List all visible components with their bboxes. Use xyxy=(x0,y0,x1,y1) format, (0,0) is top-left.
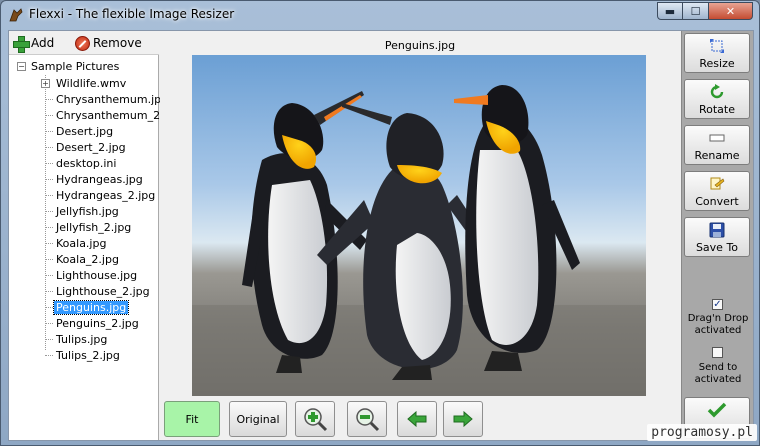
send-to-label-line1: Send to xyxy=(698,362,738,373)
remove-icon xyxy=(75,35,90,51)
tree-item[interactable]: Desert_2.jpg xyxy=(45,139,128,155)
close-icon: ✕ xyxy=(725,4,736,18)
tree-root-label: Sample Pictures xyxy=(31,59,120,73)
tree-item[interactable]: Tulips.jpg xyxy=(45,331,109,347)
fit-button[interactable]: Fit xyxy=(164,401,220,437)
rename-label: Rename xyxy=(694,149,740,162)
send-to-checkbox[interactable] xyxy=(712,347,723,358)
add-button[interactable]: Add xyxy=(13,34,55,53)
tree-item[interactable]: Lighthouse_2.jpg xyxy=(45,283,152,299)
tree-item[interactable]: desktop.ini xyxy=(45,155,118,171)
tree-item-label: Desert_2.jpg xyxy=(56,140,126,154)
rotate-icon xyxy=(710,84,724,99)
checkmark-icon xyxy=(707,402,727,418)
maximize-button[interactable]: ☐ xyxy=(683,2,709,20)
convert-icon xyxy=(710,177,725,190)
tree-item[interactable]: Penguins_2.jpg xyxy=(45,315,141,331)
tree-item-label: Wildlife.wmv xyxy=(56,76,127,90)
window-title: Flexxi - The flexible Image Resizer xyxy=(29,7,235,21)
tree-item[interactable]: Koala.jpg xyxy=(45,235,108,251)
window-controls: ▬ ☐ ✕ xyxy=(657,2,753,20)
tree-item[interactable]: Desert.jpg xyxy=(45,123,115,139)
tree-item-label: Jellyfish.jpg xyxy=(56,204,119,218)
tree-item-label: Chrysanthemum.jpg xyxy=(56,92,169,106)
tree-item-label: Hydrangeas_2.jpg xyxy=(56,188,156,202)
previous-image-button[interactable] xyxy=(397,401,437,437)
resize-icon xyxy=(710,39,724,53)
tree-item[interactable]: Hydrangeas.jpg xyxy=(45,171,145,187)
tree-item-label: Penguins.jpg xyxy=(52,299,130,315)
watermark: programosy.pl xyxy=(647,424,757,441)
remove-label: Remove xyxy=(93,36,142,50)
tree-item-label: Tulips_2.jpg xyxy=(56,348,120,362)
penguins-photo xyxy=(192,85,646,396)
file-panel: Add Remove − Sample Pictures + Wildlife.… xyxy=(9,31,181,440)
tree-item[interactable]: Jellyfish_2.jpg xyxy=(45,219,133,235)
zoom-out-button[interactable] xyxy=(347,401,387,437)
arrow-left-icon xyxy=(407,411,427,427)
tree-item-label: Jellyfish_2.jpg xyxy=(56,220,132,234)
next-image-button[interactable] xyxy=(443,401,483,437)
preview-panel: Penguins.jpg Fit Original xyxy=(160,31,680,440)
drag-drop-label: Drag'n Drop activated xyxy=(682,313,754,337)
tree-item-label: desktop.ini xyxy=(56,156,117,170)
tree-item[interactable]: Hydrangeas_2.jpg xyxy=(45,187,157,203)
tree-item-selected[interactable]: Penguins.jpg xyxy=(45,299,130,315)
resize-button[interactable]: Resize xyxy=(684,33,750,73)
send-to-label: Send to activated xyxy=(682,362,754,386)
tree-item-label: Tulips.jpg xyxy=(56,332,108,346)
tree-item[interactable]: Chrysanthemum.jpg xyxy=(45,91,170,107)
save-icon xyxy=(709,222,725,238)
add-label: Add xyxy=(31,36,55,50)
tree-item-label: Penguins_2.jpg xyxy=(56,316,139,330)
zoom-out-icon xyxy=(356,408,380,432)
tree-item-label: Hydrangeas.jpg xyxy=(56,172,143,186)
tree-item[interactable]: Lighthouse.jpg xyxy=(45,267,139,283)
add-icon xyxy=(13,35,30,53)
minimize-button[interactable]: ▬ xyxy=(657,2,683,20)
tree-item[interactable]: Tulips_2.jpg xyxy=(45,347,122,363)
resize-label: Resize xyxy=(699,57,735,70)
tree-item-label: Lighthouse_2.jpg xyxy=(56,284,150,298)
tree-item-label: Koala.jpg xyxy=(56,236,107,250)
drag-drop-checkbox[interactable]: ✓ xyxy=(712,299,723,310)
action-panel: Resize Rotate Rename Convert Save To ✓ D… xyxy=(681,31,753,440)
original-size-button[interactable]: Original xyxy=(229,401,287,437)
preview-image[interactable] xyxy=(192,55,646,396)
send-to-label-line2: activated xyxy=(694,374,742,385)
arrow-right-icon xyxy=(453,411,473,427)
close-button[interactable]: ✕ xyxy=(709,2,753,20)
drag-drop-label-line1: Drag'n Drop xyxy=(687,313,749,324)
collapse-icon[interactable]: − xyxy=(17,61,26,71)
client-area: Add Remove − Sample Pictures + Wildlife.… xyxy=(8,30,754,441)
drag-drop-label-line2: activated xyxy=(694,325,742,336)
convert-button[interactable]: Convert xyxy=(684,171,750,211)
tree-root[interactable]: − Sample Pictures xyxy=(17,59,119,73)
minimize-icon: ▬ xyxy=(664,4,676,18)
rotate-label: Rotate xyxy=(698,103,735,116)
app-icon xyxy=(9,8,23,22)
view-toolbar: Fit Original xyxy=(160,399,680,439)
tree-item[interactable]: Jellyfish.jpg xyxy=(45,203,121,219)
tree-item-label: Lighthouse.jpg xyxy=(56,268,138,282)
zoom-in-icon xyxy=(304,408,328,432)
convert-label: Convert xyxy=(695,195,739,208)
maximize-icon: ☐ xyxy=(690,4,701,18)
title-bar[interactable]: Flexxi - The flexible Image Resizer ▬ ☐ … xyxy=(1,1,759,29)
expand-icon[interactable]: + xyxy=(41,78,50,88)
save-to-label: Save To xyxy=(695,241,739,254)
zoom-in-button[interactable] xyxy=(295,401,335,437)
app-window: Flexxi - The flexible Image Resizer ▬ ☐ … xyxy=(0,0,760,446)
file-toolbar: Add Remove xyxy=(9,31,159,55)
rename-icon xyxy=(709,134,725,142)
remove-button[interactable]: Remove xyxy=(75,34,142,52)
tree-item-label: Desert.jpg xyxy=(56,124,114,138)
save-to-button[interactable]: Save To xyxy=(684,217,750,257)
rotate-button[interactable]: Rotate xyxy=(684,79,750,119)
tree-item-wildlife[interactable]: + Wildlife.wmv xyxy=(41,75,128,91)
preview-caption: Penguins.jpg xyxy=(384,39,456,52)
tree-item[interactable]: Koala_2.jpg xyxy=(45,251,121,267)
tree-item-label: Koala_2.jpg xyxy=(56,252,119,266)
rename-button[interactable]: Rename xyxy=(684,125,750,165)
